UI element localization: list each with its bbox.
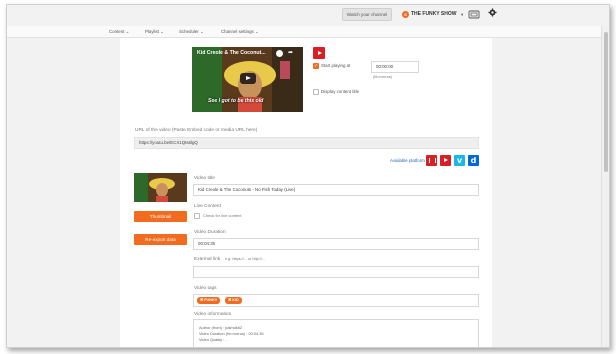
content-panel: Kid Creole & The Coconut... ➦ See I got … bbox=[120, 38, 492, 347]
video-title-input[interactable]: Kid Creole & The Coconuts - No Fish Toda… bbox=[193, 184, 479, 196]
nav-playlist[interactable]: Playlist ⌄ bbox=[145, 26, 164, 38]
time-format-hint: (hh:mm:ss) bbox=[373, 75, 392, 79]
top-bar: Watch your channel S THE FUNKY SHOW ▾ bbox=[7, 5, 609, 26]
video-duration-label: Video Duration bbox=[194, 230, 226, 235]
info-duration: Video Duration (hh:mm:ss) : 00:04:35 bbox=[199, 331, 264, 336]
display-title-checkbox[interactable] bbox=[313, 89, 319, 95]
main-nav: Content ⌄ Playlist ⌄ Scheduler ⌄ Channel… bbox=[7, 26, 609, 38]
scrollbar-thumb[interactable] bbox=[604, 32, 608, 172]
video-thumbnail bbox=[134, 173, 187, 202]
available-platform-label: Available platform bbox=[390, 158, 425, 163]
reexport-data-button[interactable]: Re-export data bbox=[134, 234, 187, 245]
audio-platform-icon[interactable] bbox=[426, 155, 437, 166]
video-information-box: Author (from) : palmdk62 Video Duration … bbox=[193, 319, 479, 347]
start-time-input[interactable]: 00:00:00 bbox=[371, 61, 419, 73]
live-content-checkbox-label: Check for live content bbox=[203, 213, 242, 218]
vimeo-platform-icon[interactable]: v bbox=[454, 155, 465, 166]
tag-chip[interactable]: ✖ FUNKY bbox=[197, 297, 221, 304]
video-duration-input[interactable]: 00:04:35 bbox=[193, 238, 479, 250]
start-playing-checkbox[interactable] bbox=[313, 62, 319, 70]
external-link-label: External link bbox=[194, 257, 221, 262]
youtube-platform-icon[interactable] bbox=[440, 155, 451, 166]
embed-subtitle: See I got to be this old bbox=[208, 98, 264, 104]
watch-channel-button[interactable]: Watch your channel bbox=[342, 8, 392, 21]
info-quality: Video Quality : - bbox=[199, 337, 227, 342]
nav-scheduler[interactable]: Scheduler ⌄ bbox=[179, 26, 204, 38]
nav-content[interactable]: Content ⌄ bbox=[109, 26, 129, 38]
embed-video-title: Kid Creole & The Coconut... bbox=[197, 50, 266, 56]
channel-name[interactable]: THE FUNKY SHOW bbox=[411, 10, 456, 19]
nav-channel-settings[interactable]: Channel settings ⌄ bbox=[221, 26, 259, 38]
share-icon[interactable]: ➦ bbox=[288, 50, 293, 57]
external-link-hint: e.g. https://... or http://... bbox=[225, 257, 266, 261]
youtube-source-icon[interactable] bbox=[313, 47, 325, 59]
display-title-label: Display content title bbox=[321, 89, 360, 94]
watch-later-icon[interactable] bbox=[276, 50, 283, 57]
video-information-label: Video information bbox=[194, 312, 232, 317]
video-url-input[interactable]: https://youtu.be/ECX1Qts6lgQ bbox=[134, 137, 479, 149]
video-embed-player[interactable]: Kid Creole & The Coconut... ➦ See I got … bbox=[192, 47, 303, 112]
live-content-checkbox[interactable] bbox=[194, 213, 200, 219]
play-button[interactable] bbox=[240, 73, 256, 84]
gear-icon[interactable] bbox=[488, 8, 497, 17]
external-link-input[interactable] bbox=[193, 266, 479, 278]
url-label: URL of the video (Paste Embed code or me… bbox=[135, 128, 258, 133]
channel-avatar[interactable]: S bbox=[402, 11, 409, 18]
tag-chip[interactable]: ✖ KID bbox=[225, 297, 242, 304]
info-author: Author (from) : palmdk62 bbox=[199, 325, 243, 330]
channel-dropdown-icon[interactable]: ▾ bbox=[461, 10, 463, 19]
thumbnail-button[interactable]: Thumbnail bbox=[134, 211, 187, 222]
page-scrollbar[interactable] bbox=[601, 26, 609, 347]
start-playing-label: Start playing at bbox=[321, 63, 351, 68]
video-tags-label: Video tags bbox=[194, 286, 217, 291]
dailymotion-platform-icon[interactable]: d bbox=[468, 155, 479, 166]
app-window: Watch your channel S THE FUNKY SHOW ▾ Co… bbox=[6, 4, 610, 348]
video-title-label: Video title bbox=[194, 176, 215, 181]
cast-icon[interactable] bbox=[468, 10, 480, 19]
live-content-label: Live Content bbox=[194, 204, 221, 209]
